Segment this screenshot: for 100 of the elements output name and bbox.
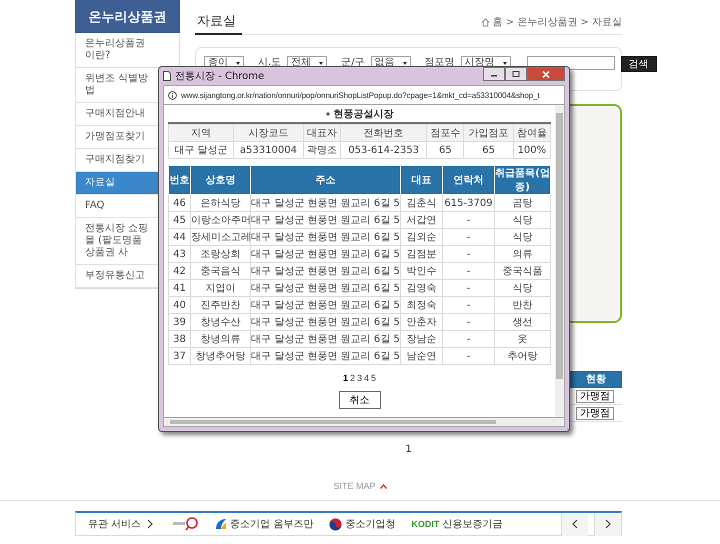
filter-label: 시.도 — [258, 56, 282, 69]
table-cell: - — [442, 296, 494, 314]
table-cell: - — [442, 330, 494, 348]
table-cell: 김외순 — [400, 228, 442, 246]
table-cell: 안춘자 — [400, 314, 442, 330]
table-cell: 45 — [168, 212, 190, 228]
table-cell: 지엽이 — [190, 280, 250, 296]
table-cell: 대구 달성군 현풍면 원교리 6길 5 — [250, 330, 400, 348]
table-cell: 남순연 — [400, 348, 442, 364]
page-number[interactable]: 1 — [195, 444, 622, 455]
cancel-button[interactable]: 취소 — [338, 391, 380, 409]
table-cell: 최정숙 — [400, 296, 442, 314]
table-cell: 창녕추어탕 — [190, 348, 250, 364]
table-cell: - — [442, 348, 494, 364]
page-link[interactable]: 3 — [356, 373, 362, 383]
column-header: 전화번호 — [340, 124, 427, 142]
table-cell: - — [442, 212, 494, 228]
page-title: 자료실 — [195, 12, 242, 35]
table-cell: 진주반찬 — [190, 296, 250, 314]
table-cell: 이랑소아주머 — [190, 212, 250, 228]
market-name: 현풍공설시장 — [334, 108, 394, 120]
table-cell: - — [442, 314, 494, 330]
table-cell: - — [442, 262, 494, 280]
search-button[interactable]: 검색 — [620, 56, 657, 72]
column-header: 점포수 — [426, 124, 464, 142]
column-header: 가입점포 — [464, 124, 514, 142]
table-cell: 43 — [168, 246, 190, 262]
column-header: 대표 — [400, 166, 442, 194]
table-cell: 반찬 — [494, 296, 550, 314]
table-cell: - — [442, 228, 494, 246]
partner-name[interactable]: 중소기업 옴부즈만 — [230, 517, 314, 531]
table-cell: 중국식품 — [494, 262, 550, 280]
page-link[interactable]: 4 — [364, 373, 370, 383]
partner-name[interactable]: 중소기업청 — [345, 517, 396, 531]
column-header: 번호 — [168, 166, 190, 194]
table-cell: 100% — [513, 142, 550, 158]
store-button[interactable]: 가맹점 — [576, 390, 614, 402]
table-cell: 615-3709 — [442, 194, 494, 212]
table-cell: 65 — [464, 142, 514, 158]
table-cell: 옷 — [494, 330, 550, 348]
partner-mark: KODIT — [411, 519, 440, 529]
table-cell: 식당 — [494, 280, 550, 296]
column-header: 취급품목(업종) — [494, 166, 550, 194]
table-cell: 추어탕 — [494, 348, 550, 364]
column-header: 주소 — [250, 166, 400, 194]
table-cell: - — [442, 280, 494, 296]
table-cell: 대구 달성군 현풍면 원교리 6길 5 — [250, 348, 400, 364]
column-header: 현황 — [585, 373, 607, 387]
table-cell: 대구 달성군 현풍면 원교리 6길 5 — [250, 280, 400, 296]
table-cell: 장세미소고레 — [190, 228, 250, 246]
section-title: 온누리상품권 — [75, 0, 180, 33]
table-cell: 42 — [168, 262, 190, 280]
table-cell: a53310004 — [234, 142, 304, 158]
table-cell: 44 — [168, 228, 190, 246]
table-cell: - — [442, 246, 494, 262]
table-cell: 대구 달성군 현풍면 원교리 6길 5 — [250, 228, 400, 246]
table-cell: 38 — [168, 330, 190, 348]
table-cell: 37 — [168, 348, 190, 364]
store-button[interactable]: 가맹점 — [576, 406, 614, 420]
table-cell: 65 — [426, 142, 464, 158]
table-cell: 의류 — [494, 246, 550, 262]
table-cell: 053-614-2353 — [340, 142, 427, 158]
table-cell: 46 — [168, 194, 190, 212]
table-cell: 생선 — [494, 314, 550, 330]
page-link[interactable]: 2 — [350, 373, 355, 383]
table-cell: 식당 — [494, 212, 550, 228]
table-cell: 조랑상회 — [190, 246, 250, 262]
column-header: 연락처 — [442, 166, 494, 194]
table-cell: 김춘식 — [400, 194, 442, 212]
filter-label: 군/구 — [341, 56, 365, 69]
table-cell: 중국음식 — [190, 262, 250, 280]
table-cell: 곽명조 — [303, 142, 340, 158]
table-cell: 김점분 — [400, 246, 442, 262]
column-header: 상호명 — [190, 166, 250, 194]
table-cell: 김영숙 — [400, 280, 442, 296]
table-cell: 대구 달성군 — [168, 142, 234, 158]
column-header: 대표자 — [303, 124, 340, 142]
table-cell: 대구 달성군 현풍면 원교리 6길 5 — [250, 296, 400, 314]
table-cell: 대구 달성군 현풍면 원교리 6길 5 — [250, 262, 400, 280]
table-cell: 39 — [168, 314, 190, 330]
table-cell: 식당 — [494, 228, 550, 246]
table-cell: 대구 달성군 현풍면 원교리 6길 5 — [250, 246, 400, 262]
table-cell: 40 — [168, 296, 190, 314]
table-cell: 창녕의류 — [190, 330, 250, 348]
related-label: 유관 서비스 — [88, 518, 142, 531]
table-cell: 장남순 — [400, 330, 442, 348]
table-cell: 서갑연 — [400, 212, 442, 228]
address-bar[interactable]: www.sijangtong.or.kr/nation/onnuri/pop/onnuriShopListPopup.do?cpage=1&mkt_cd=a53310004&shop_t — [163, 85, 565, 105]
filter-label: 점포명 — [424, 56, 455, 69]
breadcrumb: 홈 > 온누리상품권 > 자료실 — [492, 16, 622, 29]
table-cell: 곰탕 — [494, 194, 550, 212]
partner-name[interactable]: 신용보증기금 — [442, 517, 502, 531]
column-header: 지역 — [168, 124, 234, 142]
page-link[interactable]: 1 — [342, 373, 348, 383]
table-cell: 41 — [168, 280, 190, 296]
column-header: 시장코드 — [234, 124, 304, 142]
table-cell: 대구 달성군 현풍면 원교리 6길 5 — [250, 194, 400, 212]
page-link[interactable]: 5 — [371, 373, 376, 383]
table-cell: 대구 달성군 현풍면 원교리 6길 5 — [250, 212, 400, 228]
table-cell: 박인수 — [400, 262, 442, 280]
